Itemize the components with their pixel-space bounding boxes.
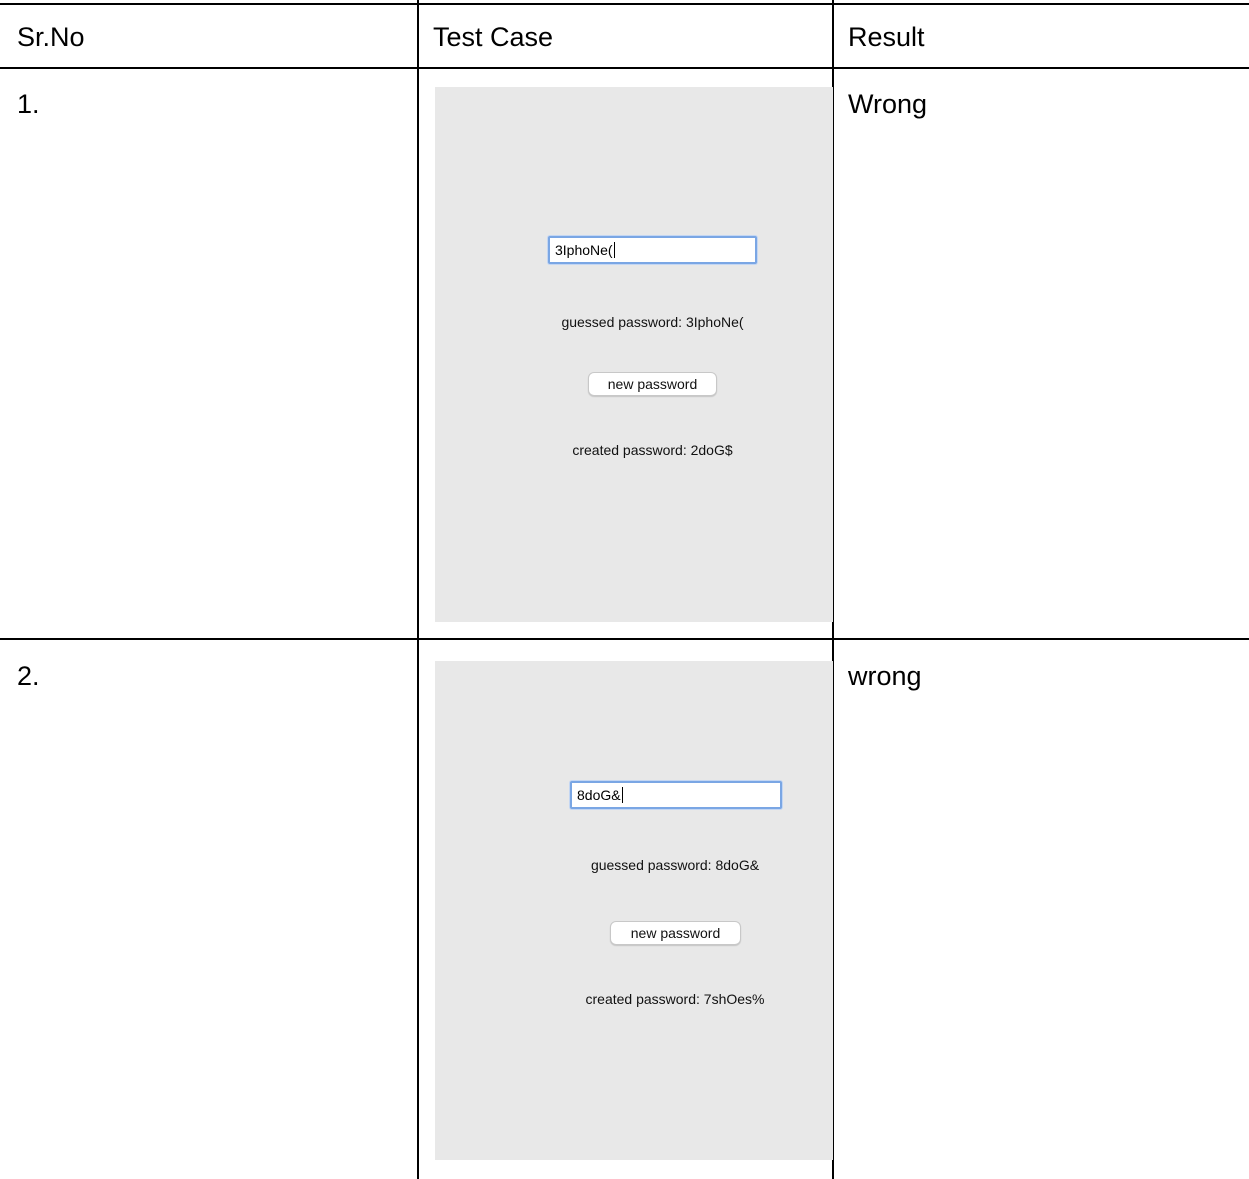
text-caret-icon bbox=[613, 242, 615, 258]
row-1-created-password-label: created password: 2doG$ bbox=[572, 442, 733, 458]
row-1-password-input-value: 3IphoNe( bbox=[555, 242, 613, 258]
row-1-result: Wrong bbox=[848, 89, 928, 119]
table-border-top bbox=[0, 3, 1249, 5]
row-2-sr-no: 2. bbox=[17, 661, 40, 691]
text-caret-icon bbox=[621, 787, 623, 803]
row-1-guessed-password-label: guessed password: 3IphoNe( bbox=[561, 314, 744, 330]
row-2-created-password-label: created password: 7shOes% bbox=[585, 991, 765, 1007]
row-2-new-password-button[interactable]: new password bbox=[610, 921, 741, 945]
column-divider-1 bbox=[417, 0, 419, 1179]
row-1-test-case-screenshot: 3IphoNe( guessed password: 3IphoNe( new … bbox=[435, 87, 833, 622]
row-2-result: wrong bbox=[848, 661, 922, 691]
row-1-password-input[interactable]: 3IphoNe( bbox=[548, 236, 757, 264]
test-case-table: Sr.No Test Case Result 1. Wrong 3IphoNe(… bbox=[0, 0, 1249, 1179]
row-1-sr-no: 1. bbox=[17, 89, 40, 119]
header-sr-no: Sr.No bbox=[17, 22, 85, 52]
row-divider bbox=[0, 638, 1249, 640]
header-result: Result bbox=[848, 22, 925, 52]
row-1-new-password-button[interactable]: new password bbox=[588, 372, 717, 396]
row-2-password-input[interactable]: 8doG& bbox=[570, 781, 782, 809]
header-test-case: Test Case bbox=[433, 22, 554, 52]
row-2-guessed-password-label: guessed password: 8doG& bbox=[590, 857, 760, 873]
row-2-password-input-value: 8doG& bbox=[577, 787, 621, 803]
header-divider bbox=[0, 67, 1249, 69]
row-2-test-case-screenshot: 8doG& guessed password: 8doG& new passwo… bbox=[435, 661, 833, 1160]
